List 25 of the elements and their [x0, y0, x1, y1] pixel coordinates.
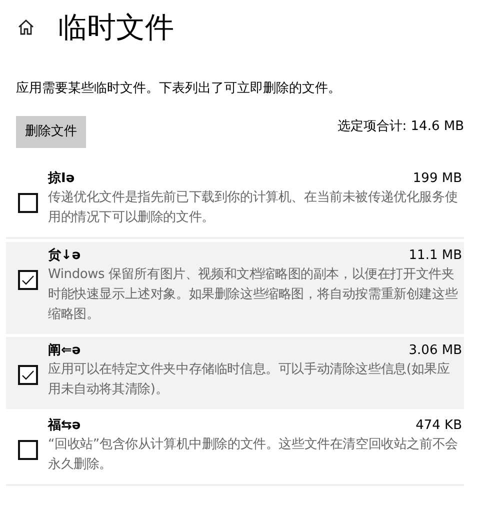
page-title: 临时文件 — [58, 9, 174, 45]
category-description: 应用可以在特定文件夹中存储临时信息。可以手动清除这些信息(如果应用未自动将其清除)。 — [48, 361, 451, 399]
selected-total: 选定项合计: 14.6 MB — [337, 118, 464, 136]
category-name: 阐⇐ə — [48, 342, 81, 360]
file-category-row[interactable]: 贠↓ə 11.1 MB Windows 保留所有图片、视频和文档缩略图的副本，以便在打开文件夹时能快速显示上述对象。如果删除这些缩略图，将自动按需重新创建这些缩略图。 — [6, 242, 464, 334]
file-category-row[interactable]: 阐⇐ə 3.06 MB 应用可以在特定文件夹中存储临时信息。可以手动清除这些信息(如果应用未自动将其清除)。 — [6, 337, 464, 409]
checkbox[interactable] — [18, 440, 38, 460]
checkbox[interactable] — [18, 193, 38, 213]
checkmark-icon — [21, 273, 35, 287]
category-description: Windows 保留所有图片、视频和文档缩略图的副本，以便在打开文件夹时能快速显示上述对象。如果删除这些缩略图，将自动按需重新创建这些缩略图。 — [48, 266, 459, 324]
intro-text: 应用需要某些临时文件。下表列出了可立即删除的文件。 — [16, 80, 342, 98]
category-size: 11.1 MB — [408, 247, 462, 265]
category-description: “回收站”包含你从计算机中删除的文件。这些文件在清空回收站之前不会永久删除。 — [48, 436, 459, 474]
category-size: 474 KB — [416, 417, 462, 435]
category-name: 贠↓ə — [48, 247, 81, 265]
checkbox[interactable] — [18, 365, 38, 385]
checkmark-icon — [21, 368, 35, 382]
home-icon[interactable] — [17, 18, 35, 36]
checkbox[interactable] — [18, 270, 38, 290]
category-description: 传递优化文件是指先前已下载到你的计算机、在当前未被传递优化服务使用的情况下可以删除的文件。 — [48, 189, 459, 227]
delete-files-button[interactable]: 删除文件 — [16, 116, 86, 148]
category-name: 福⇆ə — [48, 417, 81, 435]
category-name: 掠Iə — [48, 170, 75, 188]
category-size: 199 MB — [412, 170, 462, 188]
category-size: 3.06 MB — [408, 342, 462, 360]
